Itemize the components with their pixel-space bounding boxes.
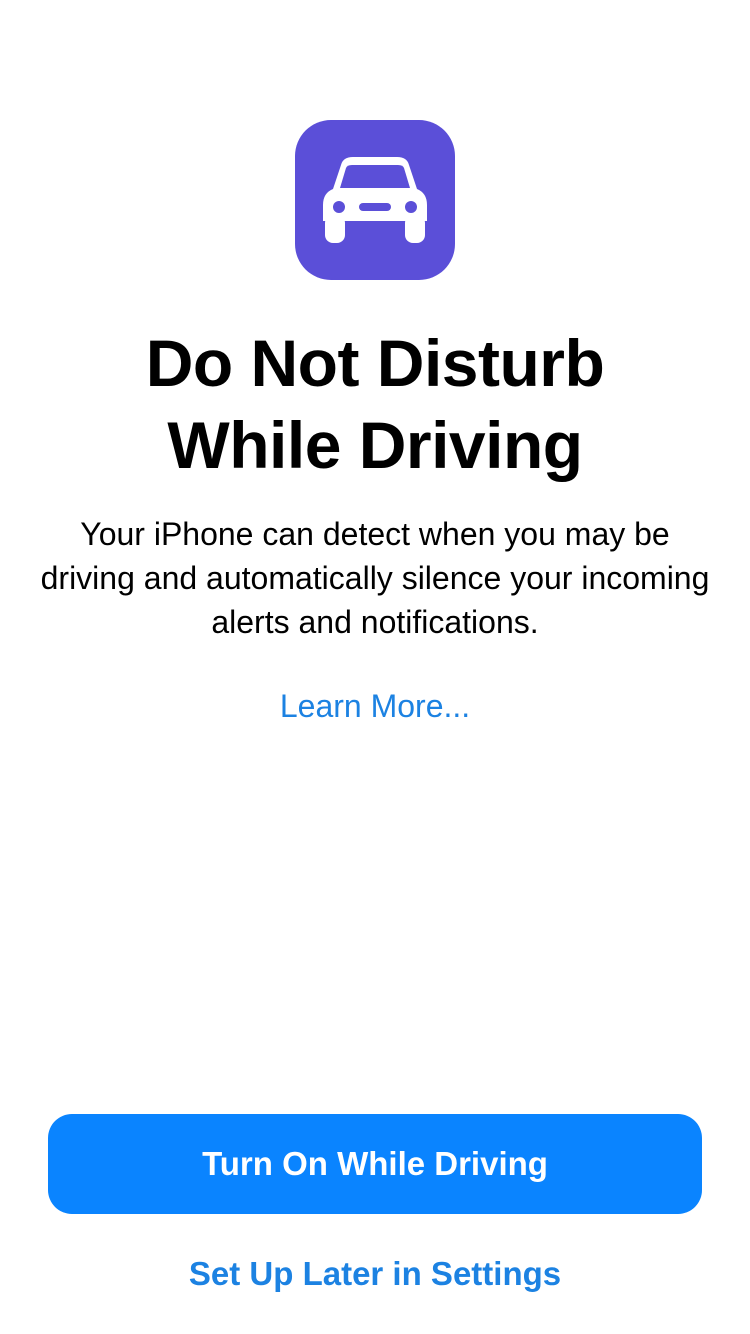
page-title-line-1: Do Not Disturb xyxy=(145,326,605,400)
learn-more-link[interactable]: Learn More... xyxy=(0,684,750,728)
car-icon xyxy=(323,157,427,243)
turn-on-while-driving-button[interactable]: Turn On While Driving xyxy=(48,1114,702,1214)
page-title-line-2: While Driving xyxy=(167,408,583,482)
page-title: Do Not Disturb While Driving xyxy=(0,322,750,486)
description-text: Your iPhone can detect when you may be d… xyxy=(40,516,710,640)
set-up-later-button[interactable]: Set Up Later in Settings xyxy=(0,1250,750,1298)
driving-app-icon xyxy=(295,120,455,280)
